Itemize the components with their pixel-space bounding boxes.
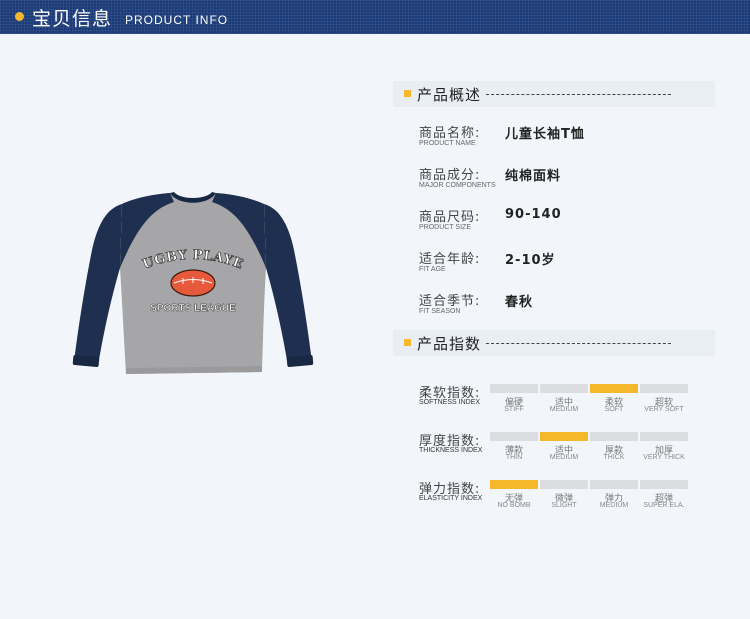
index-level-bar xyxy=(540,384,588,393)
info-label: 商品尺码: xyxy=(419,210,481,225)
index-scale: 薄款 THIN 适中 MEDIUM 厚款 THICK 加厚 VERY THICK xyxy=(490,432,690,468)
index-level: 超弹 SUPER ELA. xyxy=(640,480,688,516)
index-level-label-en: SOFT xyxy=(604,406,624,413)
index-level-bar xyxy=(490,384,538,393)
info-value: 纯棉面料 xyxy=(505,169,562,184)
index-level: 超软 VERY SOFT xyxy=(640,384,688,420)
info-label-en: FIT AGE xyxy=(419,266,446,273)
index-level: 柔软 SOFT xyxy=(590,384,638,420)
info-row-components: 商品成分: MAJOR COMPONENTS 纯棉面料 xyxy=(419,164,719,194)
index-level-bar xyxy=(640,480,688,489)
index-level-label-en: THIN xyxy=(505,454,523,461)
section-dash-divider xyxy=(486,343,671,344)
info-label-en: PRODUCT SIZE xyxy=(419,224,471,231)
index-level: 加厚 VERY THICK xyxy=(640,432,688,468)
info-label-en: PRODUCT NAME xyxy=(419,140,476,147)
index-level: 微弹 SLIGHT xyxy=(540,480,588,516)
index-level-label-en: STIFF xyxy=(504,406,524,413)
header-subtitle: PRODUCT INFO xyxy=(125,13,229,27)
info-label-en: FIT SEASON xyxy=(419,308,461,315)
info-value: 90-140 xyxy=(505,207,562,222)
info-label: 商品成分: xyxy=(419,168,481,183)
shirt-print-bottom: SPORTS LEAGUE xyxy=(150,303,236,314)
section-header: 宝贝信息 PRODUCT INFO xyxy=(0,0,750,34)
index-level-bar-active xyxy=(490,480,538,489)
info-label: 适合年龄: xyxy=(419,252,481,267)
info-value: 2-10岁 xyxy=(505,253,556,268)
index-level-label-en: VERY THICK xyxy=(643,454,685,461)
index-scale: 无弹 NO BOMB 微弹 SLIGHT 弹力 MEDIUM 超弹 SUPER ELA. xyxy=(490,480,690,516)
index-level: 偏硬 STIFF xyxy=(490,384,538,420)
section-dash-divider xyxy=(486,94,671,95)
section-square-icon xyxy=(404,339,411,346)
index-row: 柔软指数: SOFTNESS INDEX 偏硬 STIFF 适中 MEDIUM 柔软 SOFT… xyxy=(419,382,719,422)
index-level-bar-active xyxy=(590,384,638,393)
info-row-age: 适合年龄: FIT AGE 2-10岁 xyxy=(419,248,719,278)
overview-section-bar: 产品概述 xyxy=(393,81,715,107)
info-label: 商品名称: xyxy=(419,126,481,141)
info-row-name: 商品名称: PRODUCT NAME 儿童长袖T恤 xyxy=(419,122,719,152)
index-section-bar: 产品指数 xyxy=(393,330,715,356)
index-level-label-en: VERY SOFT xyxy=(644,406,684,413)
section-square-icon xyxy=(404,90,411,97)
index-level-label-en: MEDIUM xyxy=(549,454,579,461)
bullet-dot-icon xyxy=(15,12,24,21)
index-level-bar xyxy=(590,480,638,489)
index-label-en: ELASTICITY INDEX xyxy=(419,495,483,502)
index-row: 厚度指数: THICKNESS INDEX 薄款 THIN 适中 MEDIUM 厚款 THIC… xyxy=(419,430,719,470)
index-row: 弹力指数: ELASTICITY INDEX 无弹 NO BOMB 微弹 SLIGHT 弹力… xyxy=(419,478,719,518)
index-level-label-en: MEDIUM xyxy=(549,406,579,413)
index-level-label-en: SUPER ELA. xyxy=(643,502,685,509)
info-value: 春秋 xyxy=(505,295,534,310)
info-label: 适合季节: xyxy=(419,294,481,309)
index-label-en: SOFTNESS INDEX xyxy=(419,399,481,406)
info-value: 儿童长袖T恤 xyxy=(505,127,585,142)
index-level-bar-active xyxy=(540,432,588,441)
index-level-label-en: SLIGHT xyxy=(551,502,577,509)
index-label-en: THICKNESS INDEX xyxy=(419,447,483,454)
index-level: 厚款 THICK xyxy=(590,432,638,468)
index-level: 适中 MEDIUM xyxy=(540,432,588,468)
index-scale: 偏硬 STIFF 适中 MEDIUM 柔软 SOFT 超软 VERY SOFT xyxy=(490,384,690,420)
index-level-bar xyxy=(490,432,538,441)
index-level-label-en: THICK xyxy=(603,454,625,461)
info-row-size: 商品尺码: PRODUCT SIZE 90-140 xyxy=(419,206,719,236)
index-level-bar xyxy=(640,432,688,441)
index-title: 产品指数 xyxy=(417,335,482,353)
index-level-label-en: NO BOMB xyxy=(497,502,531,509)
index-level-label-en: MEDIUM xyxy=(599,502,629,509)
product-image: RUGBY PLAYER SPORTS LEAGUE xyxy=(64,179,316,376)
overview-title: 产品概述 xyxy=(417,86,482,104)
index-level: 弹力 MEDIUM xyxy=(590,480,638,516)
index-level: 无弹 NO BOMB xyxy=(490,480,538,516)
info-label-en: MAJOR COMPONENTS xyxy=(419,182,496,189)
info-row-season: 适合季节: FIT SEASON 春秋 xyxy=(419,290,719,320)
index-level: 适中 MEDIUM xyxy=(540,384,588,420)
index-level-bar xyxy=(640,384,688,393)
index-level-bar xyxy=(590,432,638,441)
header-title: 宝贝信息 xyxy=(32,8,113,30)
index-level-bar xyxy=(540,480,588,489)
index-level: 薄款 THIN xyxy=(490,432,538,468)
